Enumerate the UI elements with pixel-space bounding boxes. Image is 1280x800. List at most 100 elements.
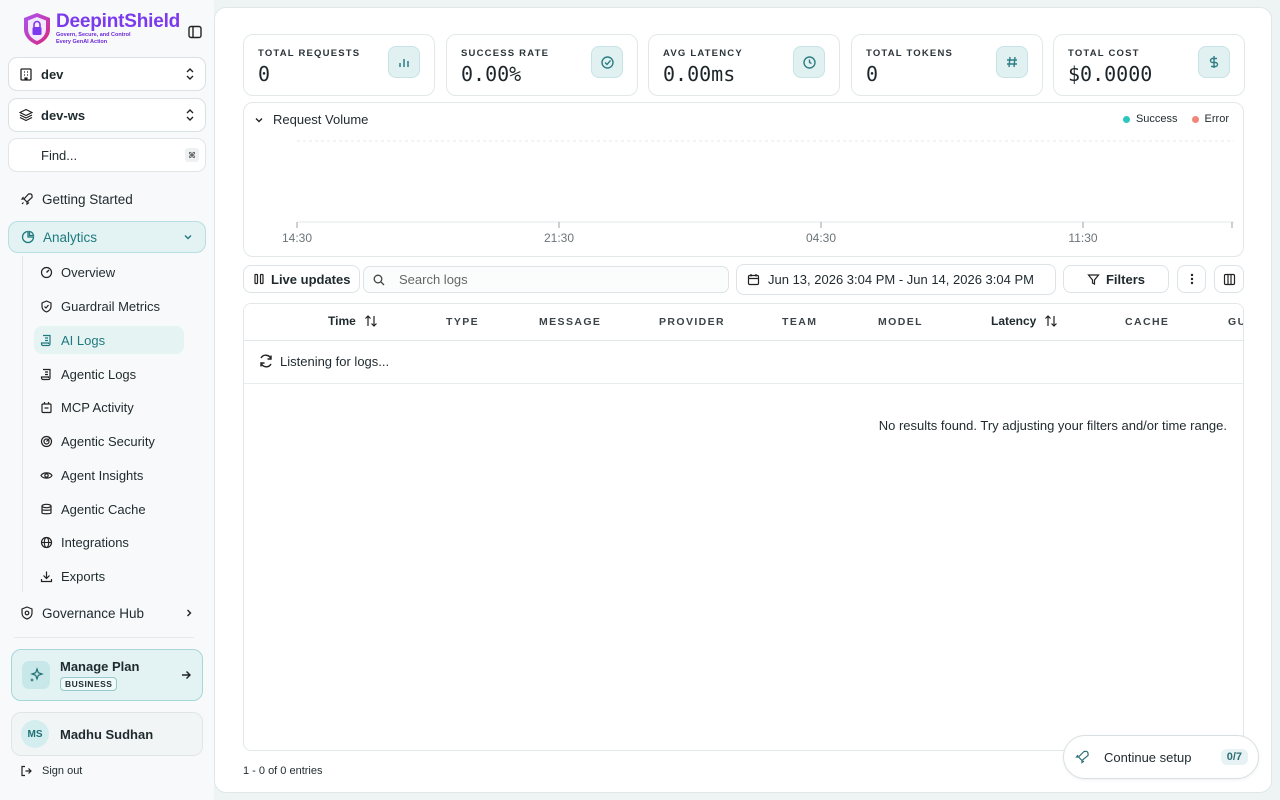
- column-header-time[interactable]: Time: [328, 314, 378, 328]
- stat-label: TOTAL REQUESTS: [258, 48, 361, 59]
- scroll-text-icon: [40, 368, 51, 380]
- stat-label: AVG LATENCY: [663, 48, 743, 59]
- live-updates-button[interactable]: Live updates: [243, 265, 361, 293]
- sidebar-item-label: Agent Insights: [61, 467, 144, 483]
- brand-tagline-2: Every GenAI Action: [56, 39, 108, 45]
- shield-cog-icon: [21, 606, 33, 620]
- brand-logo[interactable]: DeepintShield Govern, Secure, and Contro…: [22, 12, 180, 46]
- calendar-icon: [747, 274, 760, 286]
- sidebar-item-agent-insights[interactable]: Agent Insights: [34, 461, 184, 489]
- workspace-selector[interactable]: dev-ws: [8, 98, 206, 132]
- nav-analytics[interactable]: Analytics: [8, 221, 206, 253]
- column-header-message[interactable]: MESSAGE: [539, 316, 601, 328]
- stat-card-total-cost: TOTAL COST $0.0000: [1053, 34, 1245, 96]
- pause-icon: [254, 273, 264, 285]
- sidebar-item-label: AI Logs: [61, 332, 106, 348]
- column-header-latency[interactable]: Latency: [991, 314, 1058, 328]
- sidebar-item-label: Integrations: [61, 534, 129, 550]
- avatar: MS: [21, 720, 49, 748]
- x-tick-label: 21:30: [544, 231, 574, 245]
- sign-out-label: Sign out: [42, 765, 83, 777]
- sidebar-divider: [14, 637, 194, 638]
- stat-card-avg-latency: AVG LATENCY 0.00ms: [648, 34, 840, 96]
- nav-governance-hub[interactable]: Governance Hub: [8, 597, 206, 629]
- filters-button[interactable]: Filters: [1063, 265, 1169, 293]
- sidebar-item-agentic-cache[interactable]: Agentic Cache: [34, 495, 184, 523]
- column-header-team[interactable]: TEAM: [782, 316, 817, 328]
- environment-selector[interactable]: dev: [8, 57, 206, 91]
- eye-icon: [40, 471, 53, 479]
- pie-chart-icon: [21, 230, 35, 244]
- user-menu[interactable]: MS Madhu Sudhan: [11, 712, 203, 756]
- brand-name: DeepintShield: [56, 11, 181, 32]
- chevron-right-icon: [187, 609, 192, 617]
- sidebar-item-label: Agentic Security: [61, 433, 155, 449]
- environment-value: dev: [41, 66, 64, 82]
- layers-icon: [19, 108, 33, 122]
- nav-governance-hub-label: Governance Hub: [42, 605, 145, 621]
- sidebar-item-overview[interactable]: Overview: [34, 258, 184, 286]
- sidebar-item-integrations[interactable]: Integrations: [34, 528, 184, 556]
- brand-tagline-1: Govern, Secure, and Control: [56, 32, 131, 38]
- more-options-button[interactable]: [1177, 265, 1206, 293]
- sidebar-item-label: Agentic Logs: [61, 366, 137, 382]
- database-icon: [41, 503, 52, 514]
- sidebar-item-agentic-logs[interactable]: Agentic Logs: [34, 360, 184, 388]
- bar-chart-icon: [388, 46, 420, 78]
- stat-value: 0.00%: [461, 62, 522, 86]
- sidebar-toggle-icon[interactable]: [186, 23, 204, 41]
- shield-logo-icon: [24, 13, 50, 45]
- chevrons-up-down-icon: [186, 68, 194, 80]
- sort-icon: [364, 315, 377, 327]
- rocket-icon: [20, 193, 33, 206]
- column-label: PROVIDER: [659, 316, 726, 328]
- search-icon: [373, 274, 385, 285]
- columns-button[interactable]: [1214, 265, 1244, 293]
- column-header-type[interactable]: TYPE: [446, 316, 479, 328]
- plan-title: Manage Plan: [60, 659, 140, 674]
- column-label: GU: [1228, 316, 1243, 328]
- nav-analytics-label: Analytics: [43, 229, 98, 245]
- search-box[interactable]: [363, 266, 729, 293]
- date-range-picker[interactable]: Jun 13, 2026 3:04 PM - Jun 14, 2026 3:04…: [736, 264, 1056, 295]
- columns-icon: [1223, 273, 1235, 285]
- empty-state-message: No results found. Try adjusting your fil…: [878, 418, 1227, 433]
- check-circle-icon: [591, 46, 623, 78]
- sidebar-item-label: Guardrail Metrics: [61, 298, 160, 314]
- workspace-value: dev-ws: [41, 107, 86, 123]
- stat-value: $0.0000: [1068, 62, 1153, 86]
- sidebar-item-agentic-security[interactable]: Agentic Security: [34, 427, 184, 455]
- find-button[interactable]: Find... ⌘: [8, 138, 206, 172]
- sidebar-item-mcp-activity[interactable]: MCP Activity: [34, 393, 184, 421]
- stat-value: 0: [866, 62, 879, 86]
- sign-out-button[interactable]: Sign out: [20, 765, 82, 777]
- sidebar-item-label: Exports: [61, 568, 106, 584]
- sidebar-item-guardrail-metrics[interactable]: Guardrail Metrics: [34, 292, 184, 320]
- scroll-text-icon: [40, 334, 51, 346]
- sidebar: DeepintShield Govern, Secure, and Contro…: [0, 0, 214, 800]
- user-name: Madhu Sudhan: [60, 726, 154, 742]
- column-label: CACHE: [1125, 316, 1170, 328]
- continue-setup-button[interactable]: Continue setup 0/7: [1063, 735, 1259, 779]
- nav-getting-started-label: Getting Started: [42, 191, 133, 207]
- x-tick-label: 11:30: [1068, 231, 1097, 245]
- sidebar-item-exports[interactable]: Exports: [34, 562, 184, 590]
- column-header-cache[interactable]: CACHE: [1125, 316, 1169, 328]
- manage-plan-button[interactable]: Manage Plan BUSINESS: [11, 649, 203, 701]
- nav-getting-started[interactable]: Getting Started: [8, 183, 206, 215]
- column-header-model[interactable]: MODEL: [878, 316, 923, 328]
- continue-setup-label: Continue setup: [1104, 749, 1192, 765]
- sidebar-item-ai-logs[interactable]: AI Logs: [34, 326, 184, 354]
- column-header-provider[interactable]: PROVIDER: [659, 316, 725, 328]
- logs-table: Time TYPE MESSAGE PROVIDER TEAM MODEL La…: [243, 303, 1244, 751]
- entries-count: 1 - 0 of 0 entries: [243, 765, 323, 777]
- setup-progress-badge: 0/7: [1220, 749, 1248, 765]
- server-icon: [41, 401, 52, 413]
- stat-card-total-tokens: TOTAL TOKENS 0: [851, 34, 1043, 96]
- stat-value: 0.00ms: [663, 62, 736, 86]
- column-label: MESSAGE: [539, 316, 602, 328]
- stat-label: SUCCESS RATE: [461, 48, 550, 59]
- column-header-guardrails[interactable]: GU: [1228, 316, 1243, 328]
- subnav-line: [22, 256, 23, 592]
- search-input[interactable]: [399, 272, 699, 287]
